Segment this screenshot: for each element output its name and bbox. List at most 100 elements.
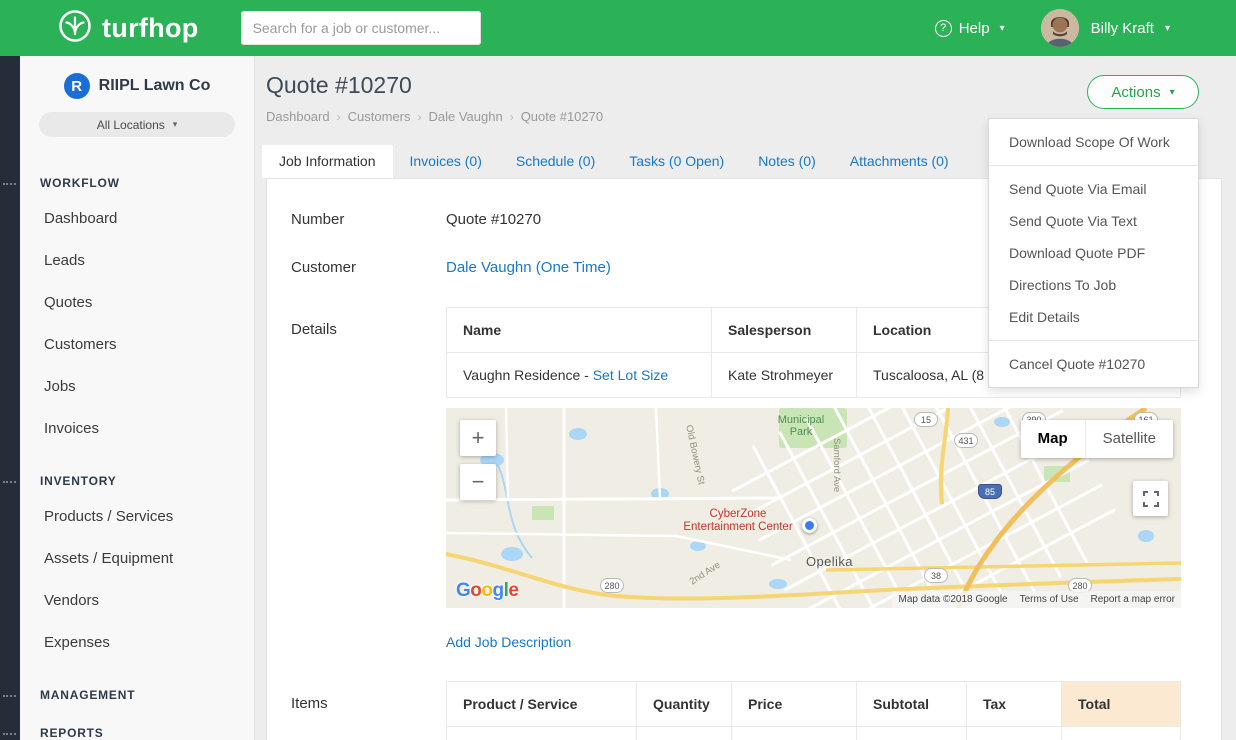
route-shield-280: 280 [600,578,624,593]
actions-dropdown-menu: Download Scope Of Work Send Quote Via Em… [988,118,1199,388]
details-header-name: Name [447,308,712,353]
customer-link[interactable]: Dale Vaughn [446,259,532,276]
search-input[interactable] [241,11,481,45]
actions-label: Actions [1111,84,1160,101]
map-park-label: Municipal Park [768,414,834,438]
interstate-shield-85: 85 [978,484,1002,499]
chevron-down-icon: ▾ [1170,87,1175,98]
sidebar-item-invoices[interactable]: Invoices [20,408,254,450]
sidebar-item-leads[interactable]: Leads [20,240,254,282]
map-attribution: Map data ©2018 Google Terms of Use Repor… [892,591,1181,608]
map-zoom-out-button[interactable]: − [460,464,496,500]
customer-label: Customer [291,259,446,276]
sidebar-nav: WORKFLOW Dashboard Leads Quotes Customer… [20,176,254,740]
menu-item-cancel-quote[interactable]: Cancel Quote #10270 [989,348,1198,380]
locations-selector[interactable]: All Locations ▾ [39,112,235,137]
sidebar-item-quotes[interactable]: Quotes [20,282,254,324]
tab-job-information[interactable]: Job Information [262,145,393,178]
tab-notes[interactable]: Notes (0) [741,145,833,178]
breadcrumb-customers[interactable]: Customers [348,109,411,124]
breadcrumb-separator: › [510,110,514,124]
breadcrumb-separator: › [417,110,421,124]
company-switcher[interactable]: R RIIPL Lawn Co [20,56,254,99]
sidebar-item-jobs[interactable]: Jobs [20,366,254,408]
number-label: Number [291,211,446,228]
sidebar-item-vendors[interactable]: Vendors [20,580,254,622]
nav-section-reports: REPORTS [20,726,254,740]
turfhop-logo-icon [58,9,92,48]
nav-section-management: MANAGEMENT [20,688,254,702]
chevron-down-icon: ▾ [1000,23,1005,34]
section-label-inventory: INVENTORY [20,474,254,488]
brand[interactable]: turfhop [58,9,199,48]
map-location-marker [802,518,817,533]
tab-attachments[interactable]: Attachments (0) [833,145,966,178]
items-header-subtotal: Subtotal [857,682,967,727]
report-map-error-link[interactable]: Report a map error [1091,594,1175,605]
section-label-reports[interactable]: REPORTS [20,726,254,740]
salesperson-value: Kate Strohmeyer [712,353,857,398]
menu-divider [989,165,1198,166]
sidebar-item-products-services[interactable]: Products / Services [20,496,254,538]
google-logo[interactable]: Google [456,580,518,602]
map-data-credit: Map data ©2018 Google [898,594,1007,605]
map-type-map-button[interactable]: Map [1021,420,1085,458]
breadcrumb-customer[interactable]: Dale Vaughn [428,109,502,124]
items-label: Items [291,681,446,740]
user-menu[interactable]: Billy Kraft ▾ [1091,20,1170,37]
main-content: Quote #10270 Dashboard › Customers › Dal… [255,56,1236,740]
route-shield-431: 431 [954,433,978,448]
menu-item-edit-details[interactable]: Edit Details [989,301,1198,333]
breadcrumb-current: Quote #10270 [521,109,603,124]
menu-item-directions-to-job[interactable]: Directions To Job [989,269,1198,301]
actions-button[interactable]: Actions ▾ [1087,75,1199,109]
map-type-control: Map Satellite [1021,420,1173,458]
sidebar-item-expenses[interactable]: Expenses [20,622,254,664]
tab-invoices[interactable]: Invoices (0) [393,145,499,178]
company-name: RIIPL Lawn Co [99,77,211,95]
help-label: Help [959,20,990,37]
sidebar-item-dashboard[interactable]: Dashboard [20,198,254,240]
route-shield-15: 15 [914,412,938,427]
details-label: Details [291,307,446,650]
avatar[interactable] [1041,9,1079,47]
job-location-map[interactable]: + − Map Satellite Municipal Park CyberZo… [446,408,1181,608]
map-street-label: Samford Ave [831,438,842,492]
tab-tasks[interactable]: Tasks (0 Open) [612,145,741,178]
section-label-management[interactable]: MANAGEMENT [20,688,254,702]
items-header-tax: Tax [967,682,1062,727]
brand-name: turfhop [102,13,199,44]
nav-section-inventory: INVENTORY Products / Services Assets / E… [20,474,254,664]
job-site-name: Vaughn Residence - [463,367,589,383]
breadcrumb-separator: › [337,110,341,124]
menu-item-download-quote-pdf[interactable]: Download Quote PDF [989,237,1198,269]
sidebar: R RIIPL Lawn Co All Locations ▾ WORKFLOW… [20,56,255,740]
menu-item-download-scope-of-work[interactable]: Download Scope Of Work [989,126,1198,158]
menu-item-send-quote-via-email[interactable]: Send Quote Via Email [989,173,1198,205]
chevron-down-icon: ▾ [173,119,178,130]
items-row: Items Product / Service Quantity Price S… [291,681,1197,740]
map-type-satellite-button[interactable]: Satellite [1085,420,1173,458]
route-shield-38: 38 [924,568,948,583]
customer-type-link[interactable]: (One Time) [536,259,611,276]
number-value: Quote #10270 [446,211,541,228]
nav-section-workflow: WORKFLOW Dashboard Leads Quotes Customer… [20,176,254,450]
set-lot-size-link[interactable]: Set Lot Size [593,367,669,383]
sidebar-item-customers[interactable]: Customers [20,324,254,366]
map-fullscreen-button[interactable] [1133,481,1168,516]
menu-item-send-quote-via-text[interactable]: Send Quote Via Text [989,205,1198,237]
map-zoom-in-button[interactable]: + [460,420,496,456]
section-label-workflow: WORKFLOW [20,176,254,190]
help-icon: ? [935,20,952,37]
tab-schedule[interactable]: Schedule (0) [499,145,612,178]
sidebar-item-assets-equipment[interactable]: Assets / Equipment [20,538,254,580]
map-poi-label: CyberZone Entertainment Center [658,508,818,534]
breadcrumb-dashboard[interactable]: Dashboard [266,109,330,124]
items-header-price: Price [732,682,857,727]
help-menu[interactable]: ? Help ▾ [935,20,1005,37]
terms-of-use-link[interactable]: Terms of Use [1020,594,1079,605]
items-header-total: Total [1062,682,1181,727]
sidebar-rail [0,56,20,740]
add-job-description-link[interactable]: Add Job Description [446,634,1181,650]
items-table-row [447,727,1181,740]
